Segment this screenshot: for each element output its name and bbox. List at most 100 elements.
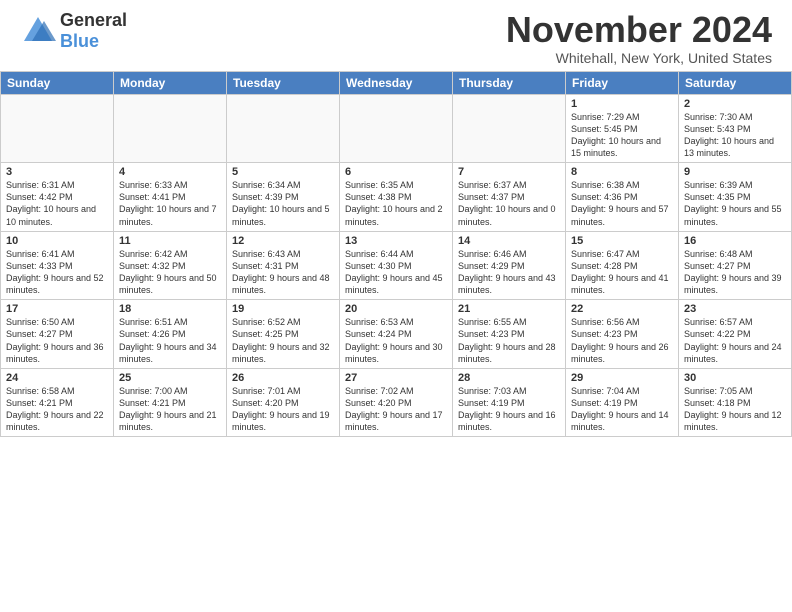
day-info: Sunrise: 7:30 AM Sunset: 5:43 PM Dayligh…: [684, 111, 786, 160]
page-header: General Blue November 2024 Whitehall, Ne…: [0, 0, 792, 71]
day-info: Sunrise: 6:31 AM Sunset: 4:42 PM Dayligh…: [6, 179, 108, 228]
calendar-day-cell: 20Sunrise: 6:53 AM Sunset: 4:24 PM Dayli…: [340, 300, 453, 369]
weekday-header: Monday: [114, 71, 227, 94]
day-info: Sunrise: 7:03 AM Sunset: 4:19 PM Dayligh…: [458, 385, 560, 434]
day-number: 16: [684, 235, 786, 247]
calendar-header-row: SundayMondayTuesdayWednesdayThursdayFrid…: [1, 71, 792, 94]
day-info: Sunrise: 7:00 AM Sunset: 4:21 PM Dayligh…: [119, 385, 221, 434]
calendar-day-cell: 9Sunrise: 6:39 AM Sunset: 4:35 PM Daylig…: [679, 163, 792, 232]
day-number: 5: [232, 166, 334, 178]
day-info: Sunrise: 6:53 AM Sunset: 4:24 PM Dayligh…: [345, 316, 447, 365]
day-number: 14: [458, 235, 560, 247]
day-number: 29: [571, 372, 673, 384]
day-number: 21: [458, 303, 560, 315]
day-number: 6: [345, 166, 447, 178]
day-number: 3: [6, 166, 108, 178]
calendar-table: SundayMondayTuesdayWednesdayThursdayFrid…: [0, 71, 792, 438]
logo: General Blue: [20, 10, 127, 52]
day-info: Sunrise: 6:55 AM Sunset: 4:23 PM Dayligh…: [458, 316, 560, 365]
day-number: 1: [571, 98, 673, 110]
logo-blue: Blue: [60, 31, 127, 52]
day-number: 22: [571, 303, 673, 315]
day-info: Sunrise: 6:44 AM Sunset: 4:30 PM Dayligh…: [345, 248, 447, 297]
calendar-week-row: 3Sunrise: 6:31 AM Sunset: 4:42 PM Daylig…: [1, 163, 792, 232]
day-info: Sunrise: 6:47 AM Sunset: 4:28 PM Dayligh…: [571, 248, 673, 297]
calendar-week-row: 1Sunrise: 7:29 AM Sunset: 5:45 PM Daylig…: [1, 94, 792, 163]
day-info: Sunrise: 7:29 AM Sunset: 5:45 PM Dayligh…: [571, 111, 673, 160]
day-info: Sunrise: 7:04 AM Sunset: 4:19 PM Dayligh…: [571, 385, 673, 434]
day-info: Sunrise: 6:56 AM Sunset: 4:23 PM Dayligh…: [571, 316, 673, 365]
calendar-day-cell: 23Sunrise: 6:57 AM Sunset: 4:22 PM Dayli…: [679, 300, 792, 369]
day-number: 25: [119, 372, 221, 384]
day-info: Sunrise: 6:38 AM Sunset: 4:36 PM Dayligh…: [571, 179, 673, 228]
location: Whitehall, New York, United States: [506, 50, 772, 66]
calendar-day-cell: 25Sunrise: 7:00 AM Sunset: 4:21 PM Dayli…: [114, 368, 227, 437]
day-number: 17: [6, 303, 108, 315]
calendar-day-cell: 5Sunrise: 6:34 AM Sunset: 4:39 PM Daylig…: [227, 163, 340, 232]
calendar-day-cell: [453, 94, 566, 163]
calendar-day-cell: 19Sunrise: 6:52 AM Sunset: 4:25 PM Dayli…: [227, 300, 340, 369]
day-info: Sunrise: 6:34 AM Sunset: 4:39 PM Dayligh…: [232, 179, 334, 228]
day-number: 2: [684, 98, 786, 110]
day-info: Sunrise: 6:33 AM Sunset: 4:41 PM Dayligh…: [119, 179, 221, 228]
day-number: 26: [232, 372, 334, 384]
day-info: Sunrise: 7:02 AM Sunset: 4:20 PM Dayligh…: [345, 385, 447, 434]
day-number: 20: [345, 303, 447, 315]
day-number: 4: [119, 166, 221, 178]
day-number: 10: [6, 235, 108, 247]
logo-general: General: [60, 10, 127, 31]
day-number: 8: [571, 166, 673, 178]
calendar-day-cell: 2Sunrise: 7:30 AM Sunset: 5:43 PM Daylig…: [679, 94, 792, 163]
calendar-day-cell: 3Sunrise: 6:31 AM Sunset: 4:42 PM Daylig…: [1, 163, 114, 232]
day-info: Sunrise: 6:42 AM Sunset: 4:32 PM Dayligh…: [119, 248, 221, 297]
day-info: Sunrise: 6:52 AM Sunset: 4:25 PM Dayligh…: [232, 316, 334, 365]
calendar-day-cell: 29Sunrise: 7:04 AM Sunset: 4:19 PM Dayli…: [566, 368, 679, 437]
day-number: 27: [345, 372, 447, 384]
calendar-day-cell: 7Sunrise: 6:37 AM Sunset: 4:37 PM Daylig…: [453, 163, 566, 232]
calendar-day-cell: 24Sunrise: 6:58 AM Sunset: 4:21 PM Dayli…: [1, 368, 114, 437]
day-number: 18: [119, 303, 221, 315]
calendar-day-cell: 18Sunrise: 6:51 AM Sunset: 4:26 PM Dayli…: [114, 300, 227, 369]
calendar-day-cell: 1Sunrise: 7:29 AM Sunset: 5:45 PM Daylig…: [566, 94, 679, 163]
day-info: Sunrise: 6:51 AM Sunset: 4:26 PM Dayligh…: [119, 316, 221, 365]
calendar-day-cell: 22Sunrise: 6:56 AM Sunset: 4:23 PM Dayli…: [566, 300, 679, 369]
weekday-header: Wednesday: [340, 71, 453, 94]
day-number: 12: [232, 235, 334, 247]
day-number: 7: [458, 166, 560, 178]
calendar-day-cell: 6Sunrise: 6:35 AM Sunset: 4:38 PM Daylig…: [340, 163, 453, 232]
weekday-header: Friday: [566, 71, 679, 94]
day-info: Sunrise: 6:57 AM Sunset: 4:22 PM Dayligh…: [684, 316, 786, 365]
calendar-day-cell: 30Sunrise: 7:05 AM Sunset: 4:18 PM Dayli…: [679, 368, 792, 437]
calendar-day-cell: 17Sunrise: 6:50 AM Sunset: 4:27 PM Dayli…: [1, 300, 114, 369]
weekday-header: Thursday: [453, 71, 566, 94]
day-info: Sunrise: 7:01 AM Sunset: 4:20 PM Dayligh…: [232, 385, 334, 434]
calendar-day-cell: 21Sunrise: 6:55 AM Sunset: 4:23 PM Dayli…: [453, 300, 566, 369]
calendar-day-cell: 8Sunrise: 6:38 AM Sunset: 4:36 PM Daylig…: [566, 163, 679, 232]
day-number: 15: [571, 235, 673, 247]
calendar-day-cell: 13Sunrise: 6:44 AM Sunset: 4:30 PM Dayli…: [340, 231, 453, 300]
day-number: 24: [6, 372, 108, 384]
calendar-day-cell: 16Sunrise: 6:48 AM Sunset: 4:27 PM Dayli…: [679, 231, 792, 300]
title-block: November 2024 Whitehall, New York, Unite…: [506, 10, 772, 66]
calendar-day-cell: 26Sunrise: 7:01 AM Sunset: 4:20 PM Dayli…: [227, 368, 340, 437]
day-info: Sunrise: 6:46 AM Sunset: 4:29 PM Dayligh…: [458, 248, 560, 297]
logo-text: General Blue: [60, 10, 127, 52]
day-info: Sunrise: 6:39 AM Sunset: 4:35 PM Dayligh…: [684, 179, 786, 228]
calendar-day-cell: [114, 94, 227, 163]
calendar-day-cell: [340, 94, 453, 163]
day-number: 23: [684, 303, 786, 315]
day-info: Sunrise: 6:50 AM Sunset: 4:27 PM Dayligh…: [6, 316, 108, 365]
calendar-day-cell: 4Sunrise: 6:33 AM Sunset: 4:41 PM Daylig…: [114, 163, 227, 232]
calendar-day-cell: 14Sunrise: 6:46 AM Sunset: 4:29 PM Dayli…: [453, 231, 566, 300]
day-info: Sunrise: 6:43 AM Sunset: 4:31 PM Dayligh…: [232, 248, 334, 297]
day-info: Sunrise: 6:35 AM Sunset: 4:38 PM Dayligh…: [345, 179, 447, 228]
day-info: Sunrise: 6:58 AM Sunset: 4:21 PM Dayligh…: [6, 385, 108, 434]
calendar-day-cell: 11Sunrise: 6:42 AM Sunset: 4:32 PM Dayli…: [114, 231, 227, 300]
day-info: Sunrise: 7:05 AM Sunset: 4:18 PM Dayligh…: [684, 385, 786, 434]
calendar-week-row: 10Sunrise: 6:41 AM Sunset: 4:33 PM Dayli…: [1, 231, 792, 300]
weekday-header: Sunday: [1, 71, 114, 94]
month-title: November 2024: [506, 10, 772, 50]
calendar-day-cell: 27Sunrise: 7:02 AM Sunset: 4:20 PM Dayli…: [340, 368, 453, 437]
day-number: 11: [119, 235, 221, 247]
calendar-week-row: 24Sunrise: 6:58 AM Sunset: 4:21 PM Dayli…: [1, 368, 792, 437]
